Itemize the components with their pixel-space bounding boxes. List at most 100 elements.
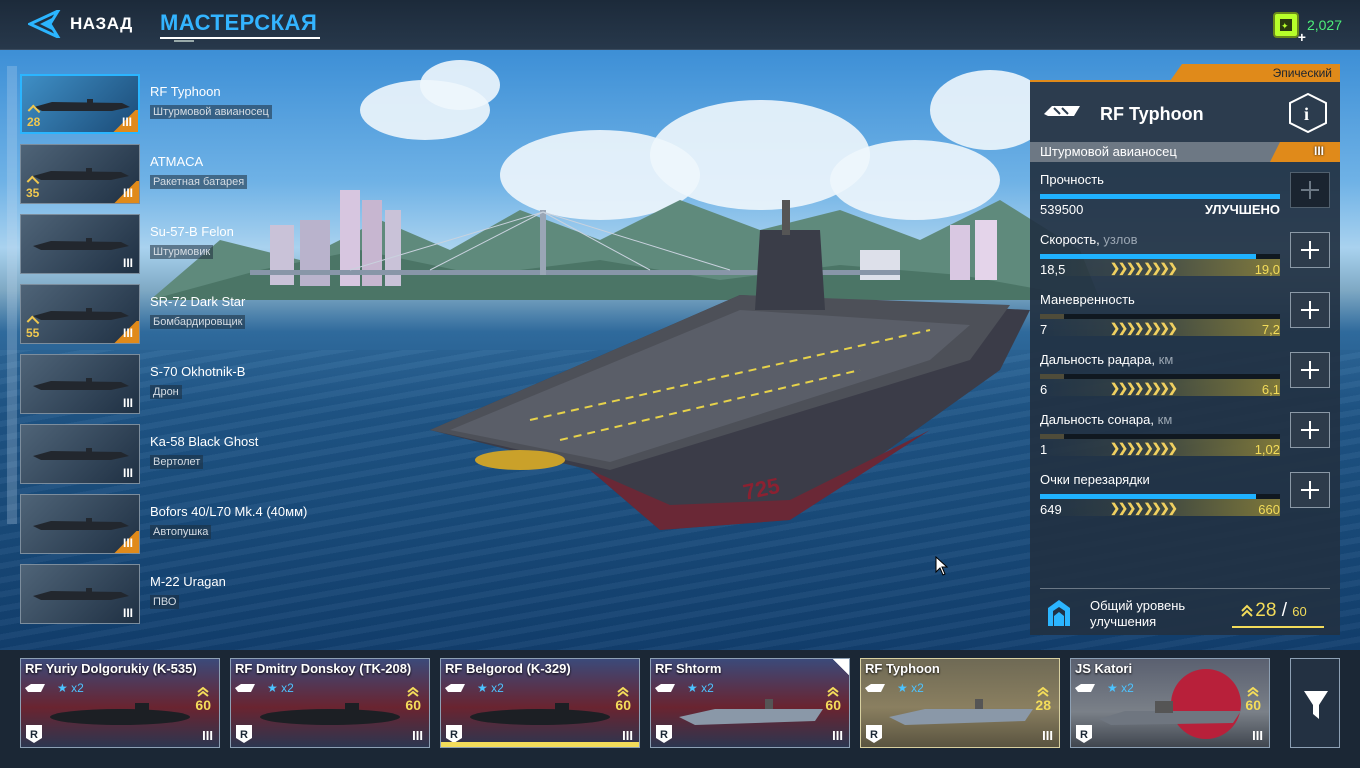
upgrade-plus-button[interactable] <box>1290 172 1330 208</box>
svg-text:R: R <box>30 729 38 741</box>
equipment-type: ПВО <box>150 595 180 609</box>
r-badge-icon: R <box>236 725 252 743</box>
equipment-item[interactable]: III Bofors 40/L70 Mk.4 (40мм) Автопушка <box>20 494 350 554</box>
fleet-ship-level: 60 <box>405 697 421 713</box>
fleet-ship-image <box>889 699 1033 725</box>
stat-bar-fill <box>1040 194 1280 199</box>
equipment-type: Вертолет <box>150 455 204 469</box>
equipment-item[interactable]: 55 III SR-72 Dark Star Бомбардировщик <box>20 284 350 344</box>
fleet-ship-image <box>50 703 190 725</box>
fleet-ship-card[interactable]: RF Shtorm ★ x2 60 R III <box>650 658 850 748</box>
upgrade-plus-button[interactable] <box>1290 292 1330 328</box>
back-label: НАЗАД <box>70 14 133 33</box>
info-button[interactable]: i <box>1288 93 1328 133</box>
equipment-item[interactable]: III Ka-58 Black Ghost Вертолет <box>20 424 350 484</box>
stat-label: Прочность <box>1040 172 1104 187</box>
currency-value: 2,027 <box>1306 17 1342 33</box>
upgrade-plus-button[interactable] <box>1290 412 1330 448</box>
equipment-tier: III <box>122 326 133 340</box>
fleet-ship-stars: ★ x2 <box>267 681 294 695</box>
equipment-type: Штурмовик <box>150 245 214 259</box>
r-badge-icon: R <box>26 725 42 743</box>
upgrade-plus-button[interactable] <box>1290 352 1330 388</box>
back-arrow-icon <box>28 10 61 38</box>
equipment-type: Дрон <box>150 385 182 399</box>
total-upgrade-current: 28 <box>1255 600 1277 621</box>
equipment-name: Su-57-B Felon <box>150 224 234 239</box>
fleet-ship-name: JS Katori <box>1075 661 1133 676</box>
equipment-level: 55 <box>26 326 40 340</box>
fleet-ship-card[interactable]: RF Dmitry Donskoy (TK-208) ★ x2 60 R III <box>230 658 430 748</box>
stat-max-value: 19,0 <box>1254 262 1280 277</box>
stat-label: Дальность радара, км <box>1040 352 1174 367</box>
stat-current-value: 1 <box>1040 442 1048 457</box>
ship-stats-panel: RF Typhoon i Штурмовой авианосец III Про… <box>1030 80 1340 635</box>
fleet-ship-name: RF Dmitry Donskoy (TK-208) <box>235 661 412 676</box>
upgrade-plus-button[interactable] <box>1290 472 1330 508</box>
stat-unit: км <box>1158 352 1174 367</box>
cloud <box>420 60 500 110</box>
stat-bar <box>1040 194 1280 199</box>
fleet-ship-card[interactable]: JS Katori ★ x2 60 R III <box>1070 658 1270 748</box>
equipment-item[interactable]: 35 III ATMACA Ракетная батарея <box>20 144 350 204</box>
fleet-ship-level: 60 <box>615 697 631 713</box>
equipment-thumbnail: 35 III <box>20 144 140 204</box>
svg-text:R: R <box>450 729 458 741</box>
level-chevron-icon <box>827 687 839 697</box>
list-scrollbar[interactable] <box>7 66 17 524</box>
stat-row: Скорость, узлов ❯❯❯❯ ❯❯❯❯ 19,0 18,5 <box>1040 232 1340 290</box>
stat-label: Очки перезарядки <box>1040 472 1150 487</box>
fleet-ship-image <box>679 699 823 725</box>
equipment-tier: III <box>121 115 132 129</box>
fleet-ship-tier: III <box>1252 728 1263 743</box>
fleet-ship-name: RF Typhoon <box>865 661 940 676</box>
fleet-ship-card[interactable]: RF Yuriy Dolgorukiy (K-535) ★ x2 60 R III <box>20 658 220 748</box>
upgrade-chevrons-icon: ❯❯❯❯ ❯❯❯❯ <box>1110 441 1178 455</box>
title-underline-mark <box>174 40 194 42</box>
stat-current-value: 649 <box>1040 502 1062 517</box>
equipment-item[interactable]: III S-70 Okhotnik-B Дрон <box>20 354 350 414</box>
stat-row: Прочность УЛУЧШЕНО 539500 <box>1040 172 1340 230</box>
equipment-image <box>33 588 129 600</box>
equipment-tier: III <box>122 466 133 480</box>
gold-chevron-icon <box>1241 604 1253 617</box>
fleet-bar: RF Yuriy Dolgorukiy (K-535) ★ x2 60 R III RF … <box>0 650 1360 768</box>
equipment-thumbnail: III <box>20 354 140 414</box>
equipment-tier: III <box>122 256 133 270</box>
equipment-thumbnail: 55 III <box>20 284 140 344</box>
upgrade-plus-button[interactable] <box>1290 232 1330 268</box>
stat-row: Дальность радара, км ❯❯❯❯ ❯❯❯❯ 6,1 6 <box>1040 352 1340 410</box>
fleet-ship-stars: ★ x2 <box>897 681 924 695</box>
new-corner-icon <box>833 659 849 675</box>
equipment-item[interactable]: III M-22 Uragan ПВО <box>20 564 350 624</box>
equipment-type: Автопушка <box>150 525 212 539</box>
r-badge-icon: R <box>866 725 882 743</box>
equipment-level: 35 <box>26 186 40 200</box>
equipment-name: Ka-58 Black Ghost <box>150 434 259 449</box>
equipment-thumbnail: 28 III <box>20 74 140 134</box>
stat-current-value: 18,5 <box>1040 262 1066 277</box>
fleet-ship-card[interactable]: RF Typhoon ★ x2 28 R III <box>860 658 1060 748</box>
equipment-item[interactable]: III Su-57-B Felon Штурмовик <box>20 214 350 274</box>
fleet-ship-name: RF Yuriy Dolgorukiy (K-535) <box>25 661 197 676</box>
fleet-ship-level: 60 <box>1245 697 1261 713</box>
svg-text:✦: ✦ <box>1281 21 1289 31</box>
stat-max-value: 7,2 <box>1261 322 1280 337</box>
fleet-ship-card[interactable]: RF Belgorod (K-329) ★ x2 60 R III <box>440 658 640 748</box>
fleet-ship-tier: III <box>202 728 213 743</box>
equipment-image <box>33 448 129 460</box>
ship-class-icon <box>25 684 45 692</box>
equipment-item[interactable]: 28 III RF Typhoon Штурмовой авианосец <box>20 74 350 134</box>
currency-display[interactable]: ✦ + 2,027 <box>1272 12 1342 45</box>
fleet-ship-tier: III <box>622 728 633 743</box>
rarity-label: Эпический <box>1272 66 1332 80</box>
stat-current-value: 7 <box>1040 322 1048 337</box>
ship-class-icon <box>865 684 885 692</box>
fleet-ship-stars: ★ x2 <box>477 681 504 695</box>
level-chevron-icon <box>1037 687 1049 697</box>
filter-button[interactable] <box>1290 658 1340 748</box>
back-button[interactable]: НАЗАД <box>28 10 133 38</box>
add-currency-icon[interactable]: + <box>1298 29 1306 45</box>
equipment-thumbnail: III <box>20 564 140 624</box>
equipment-tier: III <box>122 396 133 410</box>
